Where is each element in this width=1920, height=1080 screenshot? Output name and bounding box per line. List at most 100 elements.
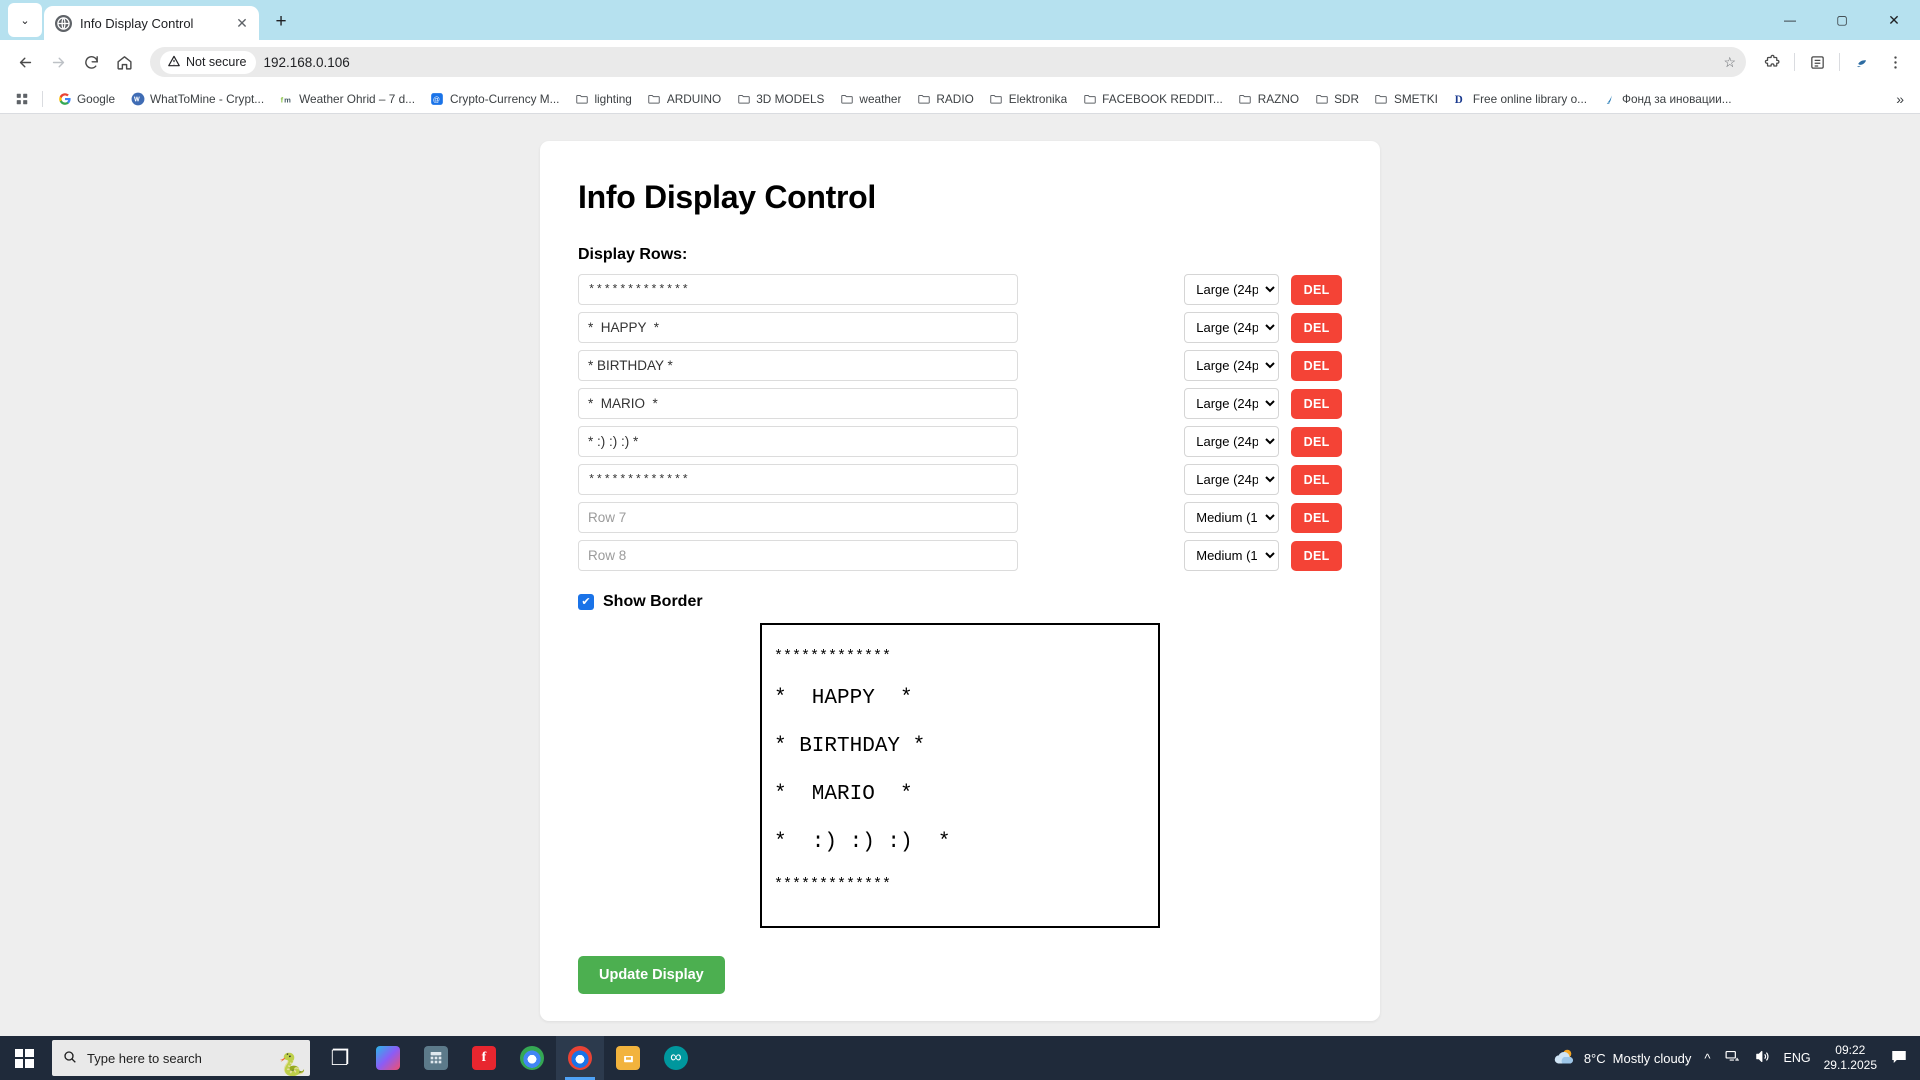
bookmark-smetki[interactable]: SMETKI xyxy=(1367,88,1445,109)
bookmark-sdr[interactable]: SDR xyxy=(1307,88,1366,109)
address-bar[interactable]: Not secure 192.168.0.106 ☆ xyxy=(150,47,1746,77)
row-size-select-2[interactable]: Large (24p xyxy=(1184,312,1280,343)
security-label: Not secure xyxy=(186,55,247,69)
start-button[interactable] xyxy=(0,1036,48,1080)
bookmark-elektronika[interactable]: Elektronika xyxy=(982,88,1074,109)
row-delete-button-2[interactable]: DEL xyxy=(1291,312,1342,343)
volume-icon[interactable] xyxy=(1754,1048,1771,1068)
chrome-icon[interactable] xyxy=(508,1036,556,1080)
bookmark-facebook-reddit[interactable]: FACEBOOK REDDIT... xyxy=(1075,88,1230,109)
home-icon[interactable] xyxy=(109,47,139,77)
row-delete-button-6[interactable]: DEL xyxy=(1291,464,1342,495)
globe-icon xyxy=(55,14,72,32)
row-delete-button-3[interactable]: DEL xyxy=(1291,350,1342,381)
row-size-select-4[interactable]: Large (24p xyxy=(1184,388,1280,419)
chrome-active-icon[interactable] xyxy=(556,1036,604,1080)
weather-widget[interactable]: 8°C Mostly cloudy xyxy=(1551,1047,1691,1070)
arduino-ide-icon[interactable]: ∞ xyxy=(652,1036,700,1080)
windows-taskbar: Type here to search 🐍 ❐ f ∞ 8°C Mostly c… xyxy=(0,1036,1920,1080)
close-icon[interactable]: ✕ xyxy=(233,14,251,32)
new-tab-button[interactable]: + xyxy=(266,7,296,37)
show-border-checkbox[interactable]: ✔ xyxy=(578,594,594,610)
update-display-container: Update Display xyxy=(578,956,1360,994)
bookmark-label: Google xyxy=(77,91,116,106)
bookmark-3d-models[interactable]: 3D MODELS xyxy=(729,88,831,109)
row-delete-button-8[interactable]: DEL xyxy=(1291,540,1342,571)
copilot-icon[interactable] xyxy=(364,1036,412,1080)
bookmark-google[interactable]: Google xyxy=(50,88,122,109)
calculator-icon[interactable] xyxy=(412,1036,460,1080)
row-size-select-6[interactable]: Large (24p xyxy=(1184,464,1280,495)
bookmark-lighting[interactable]: lighting xyxy=(567,88,638,109)
row-input-3[interactable] xyxy=(578,350,1018,381)
extensions-icon[interactable] xyxy=(1757,47,1787,77)
folder-icon xyxy=(647,91,662,106)
row-input-2[interactable] xyxy=(578,312,1018,343)
row-input-5[interactable] xyxy=(578,426,1018,457)
not-secure-badge[interactable]: Not secure xyxy=(160,50,257,74)
folder-icon xyxy=(1314,91,1329,106)
reading-list-icon[interactable] xyxy=(1802,47,1832,77)
preview-line-6: ************* xyxy=(774,876,892,893)
bookmark-label: SMETKI xyxy=(1393,91,1438,106)
window-close-button[interactable]: ✕ xyxy=(1868,0,1920,40)
row-size-select-1[interactable]: Large (24p xyxy=(1184,274,1280,305)
minimize-button[interactable]: — xyxy=(1764,0,1816,40)
bookmark-arduino[interactable]: ARDUINO xyxy=(640,88,728,109)
bookmark-whattomine[interactable]: WhatToMine - Crypt... xyxy=(123,88,271,109)
clock-date: 29.1.2025 xyxy=(1823,1058,1877,1072)
coinmarketcap-icon: @ xyxy=(430,91,445,106)
row-size-select-8[interactable]: Medium (1 xyxy=(1184,540,1280,571)
row-delete-button-4[interactable]: DEL xyxy=(1291,388,1342,419)
row-delete-button-1[interactable]: DEL xyxy=(1291,274,1342,305)
taskbar-search[interactable]: Type here to search 🐍 xyxy=(52,1040,310,1076)
flipboard-icon[interactable]: f xyxy=(460,1036,508,1080)
task-view-icon[interactable]: ❐ xyxy=(316,1036,364,1080)
row-input-7[interactable] xyxy=(578,502,1018,533)
bookmark-radio[interactable]: RADIO xyxy=(909,88,980,109)
info-display-card: Info Display Control Display Rows: Large… xyxy=(540,141,1380,1021)
bookmark-label: Crypto-Currency M... xyxy=(449,91,560,106)
display-preview: ************* * HAPPY * * BIRTHDAY * * M… xyxy=(760,623,1160,928)
bookmark-crypto-currency[interactable]: @ Crypto-Currency M... xyxy=(423,88,566,109)
taskbar-clock[interactable]: 09:22 29.1.2025 xyxy=(1824,1043,1877,1073)
tab-search-button[interactable]: ⌄ xyxy=(8,3,42,37)
bookmark-fitr[interactable]: Фонд за иновации... xyxy=(1595,88,1739,109)
forward-icon[interactable] xyxy=(43,47,73,77)
row-delete-button-5[interactable]: DEL xyxy=(1291,426,1342,457)
clock-time: 09:22 xyxy=(1835,1043,1866,1057)
browser-tab[interactable]: Info Display Control ✕ xyxy=(44,6,259,40)
folder-icon xyxy=(1238,91,1253,106)
more-menu-icon[interactable] xyxy=(1880,47,1910,77)
show-border-label: Show Border xyxy=(603,593,703,610)
bookmark-label: RADIO xyxy=(936,91,974,106)
bookmark-razno[interactable]: RAZNO xyxy=(1231,88,1306,109)
show-border-control[interactable]: ✔ Show Border xyxy=(578,593,1360,611)
network-icon[interactable] xyxy=(1724,1048,1741,1068)
bookmark-star-icon[interactable]: ☆ xyxy=(1723,54,1736,71)
bookmark-weather-ohrid[interactable]: fm Weather Ohrid – 7 d... xyxy=(272,88,422,109)
tray-expand-icon[interactable]: ^ xyxy=(1704,1051,1710,1066)
row-delete-button-7[interactable]: DEL xyxy=(1291,502,1342,533)
bookmark-weather[interactable]: weather xyxy=(832,88,908,109)
back-icon[interactable] xyxy=(10,47,40,77)
row-size-select-3[interactable]: Large (24p xyxy=(1184,350,1280,381)
windows-logo-icon xyxy=(14,1048,34,1068)
row-input-8[interactable] xyxy=(578,540,1018,571)
row-size-select-5[interactable]: Large (24p xyxy=(1184,426,1280,457)
row-size-select-7[interactable]: Medium (1 xyxy=(1184,502,1280,533)
apps-grid-icon[interactable] xyxy=(8,88,35,109)
bookmarks-overflow-button[interactable]: » xyxy=(1888,88,1912,110)
file-explorer-icon[interactable] xyxy=(604,1036,652,1080)
language-indicator[interactable]: ENG xyxy=(1784,1051,1811,1065)
row-input-1[interactable] xyxy=(578,274,1018,305)
row-input-6[interactable] xyxy=(578,464,1018,495)
bookmark-free-online-library[interactable]: D Free online library o... xyxy=(1446,88,1594,109)
url-text: 192.168.0.106 xyxy=(263,54,350,70)
update-display-button[interactable]: Update Display xyxy=(578,956,725,994)
notification-icon[interactable] xyxy=(1890,1048,1908,1069)
row-input-4[interactable] xyxy=(578,388,1018,419)
maximize-button[interactable]: ▢ xyxy=(1816,0,1868,40)
profile-icon[interactable] xyxy=(1847,47,1877,77)
reload-icon[interactable] xyxy=(76,47,106,77)
